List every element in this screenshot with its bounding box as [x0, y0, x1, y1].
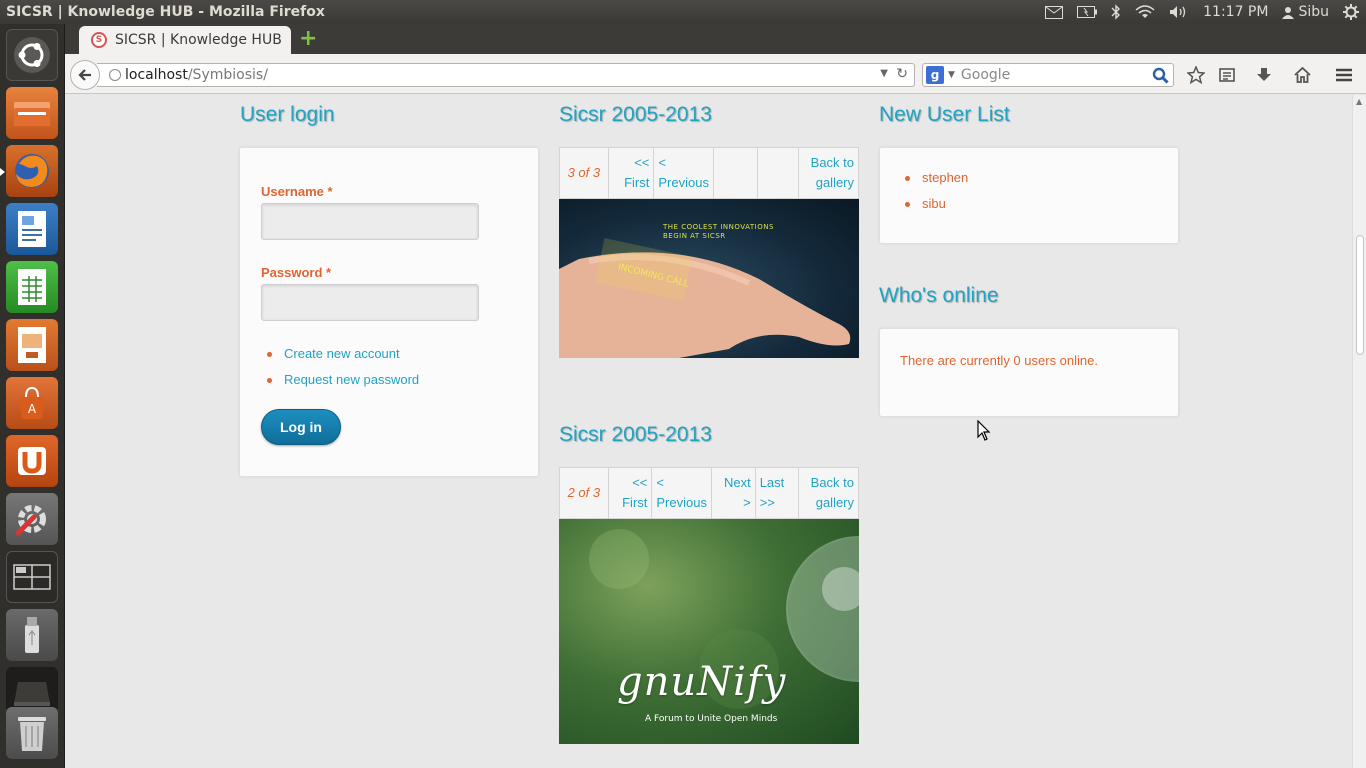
online-users-message: There are currently 0 users online.	[900, 353, 1098, 368]
url-bar[interactable]: localhost/Symbiosis/ ▼ ↻	[97, 63, 915, 87]
bluetooth-icon[interactable]	[1104, 0, 1128, 24]
firefox-icon[interactable]	[6, 145, 58, 197]
gallery-1-caption-1: THE COOLEST INNOVATIONS	[663, 223, 774, 231]
password-label: Password *	[261, 265, 332, 280]
impress-icon[interactable]	[6, 319, 58, 371]
ubuntu-one-icon[interactable]	[6, 435, 58, 487]
calc-icon[interactable]	[6, 261, 58, 313]
gallery-1-caption-2: BEGIN AT SICSR	[663, 232, 726, 240]
search-engine-dropdown-icon[interactable]: ▼	[948, 70, 955, 80]
login-links: Create new account Request new password	[264, 341, 419, 393]
request-password-link[interactable]: Request new password	[264, 367, 419, 393]
user-name: Sibu	[1298, 4, 1329, 20]
session-gear-icon[interactable]	[1336, 0, 1366, 24]
bookmark-star-icon[interactable]	[1187, 66, 1205, 84]
tab-bar: S SICSR | Knowledge HUB +	[65, 24, 1366, 54]
gallery-1-next-slot	[714, 148, 758, 198]
gallery-2-first-link[interactable]: << First	[609, 468, 653, 518]
gallery-1-first-link[interactable]: << First	[609, 148, 655, 198]
scrollbar-thumb[interactable]	[1356, 235, 1364, 355]
home-icon[interactable]	[1293, 66, 1311, 84]
gallery-1-pager: 3 of 3 << First < Previous Back to galle…	[559, 147, 859, 199]
system-settings-icon[interactable]	[6, 493, 58, 545]
tab-active[interactable]: S SICSR | Knowledge HUB	[79, 26, 291, 54]
new-user-list-title: New User List	[879, 103, 1010, 126]
gallery-2-title: Sicsr 2005-2013	[559, 423, 712, 446]
software-center-icon[interactable]: A	[6, 377, 58, 429]
gallery-1-count: 3 of 3	[560, 148, 609, 198]
gnunify-tagline: A Forum to Unite Open Minds	[645, 714, 778, 724]
whos-online-title: Who's online	[879, 284, 999, 307]
site-favicon-icon: S	[91, 32, 107, 48]
username-input[interactable]	[261, 203, 479, 240]
browser-window: S SICSR | Knowledge HUB + localhost/Symb…	[65, 24, 1366, 768]
workspace-switcher-icon[interactable]	[6, 551, 58, 603]
login-form: Username * Password * Create new account…	[239, 147, 539, 477]
svg-text:A: A	[28, 402, 37, 416]
launcher: A	[0, 24, 65, 768]
ubuntu-dash-icon[interactable]	[6, 29, 58, 81]
bookmarks-menu-icon[interactable]	[1218, 66, 1236, 84]
whos-online-box: There are currently 0 users online.	[879, 328, 1179, 417]
battery-icon[interactable]	[1070, 0, 1104, 24]
gallery-1-previous-link[interactable]: < Previous	[654, 148, 714, 198]
gallery-1-back-link[interactable]: Back to gallery	[799, 148, 858, 198]
wifi-icon[interactable]	[1128, 0, 1162, 24]
window-title: SICSR | Knowledge HUB - Mozilla Firefox	[6, 4, 325, 20]
tab-title: SICSR | Knowledge HUB	[115, 32, 282, 48]
user-icon	[1282, 6, 1295, 19]
url-path: /Symbiosis/	[187, 67, 268, 83]
running-indicator	[0, 168, 5, 176]
usb-drive-icon[interactable]	[6, 609, 58, 661]
writer-icon[interactable]	[6, 203, 58, 255]
reload-icon[interactable]: ↻	[896, 66, 908, 82]
back-button[interactable]	[70, 60, 100, 90]
gallery-2-bubble-graphic	[589, 529, 859, 709]
gallery-2-pager: 2 of 3 << First < Previous Next > Last >…	[559, 467, 859, 519]
login-button[interactable]: Log in	[261, 409, 341, 445]
gallery-1-title: Sicsr 2005-2013	[559, 103, 712, 126]
hamburger-menu-icon[interactable]	[1335, 66, 1353, 84]
back-arrow-icon	[78, 69, 91, 81]
new-tab-plus-icon[interactable]: +	[299, 28, 317, 50]
user-link-stephen[interactable]: stephen	[902, 165, 968, 191]
user-menu[interactable]: Sibu	[1275, 0, 1336, 24]
navigation-toolbar: localhost/Symbiosis/ ▼ ↻ g ▼ Google	[65, 54, 1366, 94]
gallery-1-last-slot	[758, 148, 800, 198]
new-user-list: stephen sibu	[902, 165, 968, 217]
new-user-list-box: stephen sibu	[879, 147, 1179, 244]
password-input[interactable]	[261, 284, 479, 321]
search-icon[interactable]	[1152, 67, 1169, 84]
clock[interactable]: 11:17 PM	[1196, 0, 1275, 24]
top-panel: SICSR | Knowledge HUB - Mozilla Firefox …	[0, 0, 1366, 24]
create-account-link[interactable]: Create new account	[264, 341, 419, 367]
gallery-2-count: 2 of 3	[560, 468, 609, 518]
user-link-sibu[interactable]: sibu	[902, 191, 968, 217]
gallery-2-back-link[interactable]: Back to gallery	[799, 468, 858, 518]
page-scrollbar[interactable]: ▲	[1352, 95, 1366, 768]
mouse-cursor-icon	[977, 420, 991, 441]
page-content: User login Username * Password * Create …	[65, 95, 1352, 768]
url-host: localhost	[125, 67, 188, 83]
volume-icon[interactable]	[1162, 0, 1196, 24]
url-history-dropdown-icon[interactable]: ▼	[880, 68, 888, 79]
downloads-icon[interactable]	[1255, 66, 1273, 84]
gnunify-logo-text: gnuNify	[617, 659, 787, 705]
gallery-2-last-link[interactable]: Last >>	[756, 468, 800, 518]
scroll-up-arrow-icon[interactable]: ▲	[1356, 97, 1362, 106]
files-icon[interactable]	[6, 87, 58, 139]
indicator-area: 11:17 PM Sibu	[1038, 0, 1366, 24]
user-login-title: User login	[240, 103, 335, 126]
gallery-2-previous-link[interactable]: < Previous	[652, 468, 712, 518]
trash-icon[interactable]	[6, 707, 58, 759]
search-bar[interactable]: g ▼ Google	[922, 63, 1174, 87]
google-engine-icon[interactable]: g	[926, 66, 944, 84]
gallery-2-image[interactable]: gnuNify A Forum to Unite Open Minds	[559, 519, 859, 744]
globe-icon	[109, 69, 121, 81]
gallery-1-image[interactable]: THE COOLEST INNOVATIONS BEGIN AT SICSR I…	[559, 199, 859, 358]
gallery-2-next-link[interactable]: Next >	[712, 468, 756, 518]
mail-icon[interactable]	[1038, 0, 1070, 24]
username-label: Username *	[261, 184, 333, 199]
search-placeholder: Google	[960, 67, 1011, 83]
